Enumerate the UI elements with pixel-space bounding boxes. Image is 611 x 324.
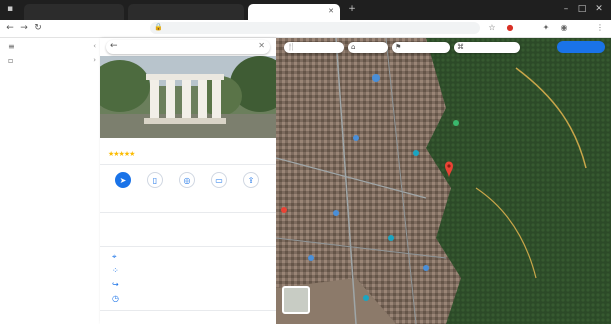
museum-icon: ⌘ xyxy=(457,43,464,51)
rating: ★★★★★ xyxy=(108,150,142,158)
map-imagery[interactable] xyxy=(276,38,611,324)
send-to-phone-icon: ▭ xyxy=(211,172,227,188)
divider xyxy=(100,310,276,311)
window-menu-icon[interactable]: ▪ xyxy=(4,3,16,15)
search-box[interactable]: ← ✕ xyxy=(106,40,270,54)
minimize-icon[interactable]: – xyxy=(560,3,572,15)
browser-tab[interactable] xyxy=(128,4,244,20)
description-line xyxy=(108,218,268,226)
browser-tab-active[interactable]: ✕ xyxy=(248,4,340,20)
send-to-phone-icon: ↪ xyxy=(112,280,119,289)
rating-stars: ★★★★★ xyxy=(108,150,135,158)
maximize-icon[interactable]: □ xyxy=(576,3,588,15)
menu-icon: ≡ xyxy=(8,42,15,51)
address-bar[interactable]: 🔒 xyxy=(150,22,480,34)
satellite-map[interactable]: 🍴 ⌂ ⚑ ⌘ xyxy=(276,38,611,324)
description-line xyxy=(108,234,268,242)
attraction-icon: ⚑ xyxy=(395,43,402,51)
nearby-button[interactable]: ◎ xyxy=(172,170,202,206)
info-row-plus-code[interactable]: ⁘ xyxy=(108,266,268,278)
close-window-icon[interactable]: ✕ xyxy=(593,3,605,15)
hotel-icon: ⌂ xyxy=(351,43,356,51)
plus-code-icon: ⁘ xyxy=(112,266,119,275)
chevron-right-icon[interactable]: › xyxy=(93,56,96,64)
place-details-panel: ← ✕ ★★★★★ ➤ ▯ ◎ ▭ ⇪ ⌖ ⁘ ↪ ◷ xyxy=(100,38,276,324)
maps-side-rail: ≡ ‹ ▫ › xyxy=(0,38,101,324)
directions-icon: ➤ xyxy=(115,172,131,188)
forward-icon[interactable]: → xyxy=(18,22,30,34)
rail-item[interactable]: ≡ ‹ xyxy=(8,42,96,52)
send-to-phone-button[interactable]: ▭ xyxy=(204,170,234,206)
history-icon: ◷ xyxy=(112,294,119,303)
close-icon[interactable]: ✕ xyxy=(258,41,265,50)
save-icon: ▯ xyxy=(147,172,163,188)
layers-button[interactable] xyxy=(282,286,310,314)
more-options-icon[interactable]: ⋮ xyxy=(594,22,606,34)
monument-photo xyxy=(100,56,276,138)
extension-icon[interactable]: ● xyxy=(504,22,516,34)
place-description xyxy=(108,218,268,242)
chevron-left-icon[interactable]: ‹ xyxy=(93,42,96,50)
browser-tab[interactable] xyxy=(24,4,124,20)
category-chip[interactable]: 🍴 xyxy=(284,42,344,53)
place-icon: ▫ xyxy=(8,56,14,65)
new-tab-icon[interactable]: + xyxy=(346,3,358,15)
share-button[interactable]: ⇪ xyxy=(236,170,266,206)
info-row-send[interactable]: ↪ xyxy=(108,280,268,292)
profile-icon[interactable]: ◉ xyxy=(558,22,570,34)
star-icon[interactable]: ☆ xyxy=(486,22,498,34)
back-arrow-icon[interactable]: ← xyxy=(110,41,118,51)
reload-icon[interactable]: ↻ xyxy=(32,22,44,34)
action-buttons: ➤ ▯ ◎ ▭ ⇪ xyxy=(108,170,268,210)
divider xyxy=(100,212,276,213)
place-photo[interactable] xyxy=(100,56,276,138)
save-button[interactable]: ▯ xyxy=(140,170,170,206)
location-pin-icon: ⌖ xyxy=(112,252,117,261)
description-line xyxy=(108,226,268,234)
divider xyxy=(100,164,276,165)
extensions-icon[interactable]: ✦ xyxy=(540,22,552,34)
rail-item[interactable]: ▫ › xyxy=(8,56,96,66)
sign-in-button[interactable] xyxy=(557,41,605,53)
browser-toolbar: ← → ↻ 🔒 ☆ ● ✦ ◉ ⋮ xyxy=(0,20,611,38)
close-icon[interactable]: ✕ xyxy=(328,7,334,15)
back-icon[interactable]: ← xyxy=(4,22,16,34)
restaurant-icon: 🍴 xyxy=(287,43,296,51)
lock-icon: 🔒 xyxy=(154,23,163,31)
share-icon: ⇪ xyxy=(243,172,259,188)
category-chip[interactable]: ⚑ xyxy=(392,42,450,53)
category-chip[interactable]: ⌘ xyxy=(454,42,520,53)
directions-button[interactable]: ➤ xyxy=(108,170,138,206)
info-row-address[interactable]: ⌖ xyxy=(108,252,268,264)
info-row-history[interactable]: ◷ xyxy=(108,294,268,306)
divider xyxy=(100,246,276,247)
browser-tab-strip: ▪ ✕ + – □ ✕ xyxy=(0,0,611,20)
nearby-icon: ◎ xyxy=(179,172,195,188)
category-chip[interactable]: ⌂ xyxy=(348,42,388,53)
